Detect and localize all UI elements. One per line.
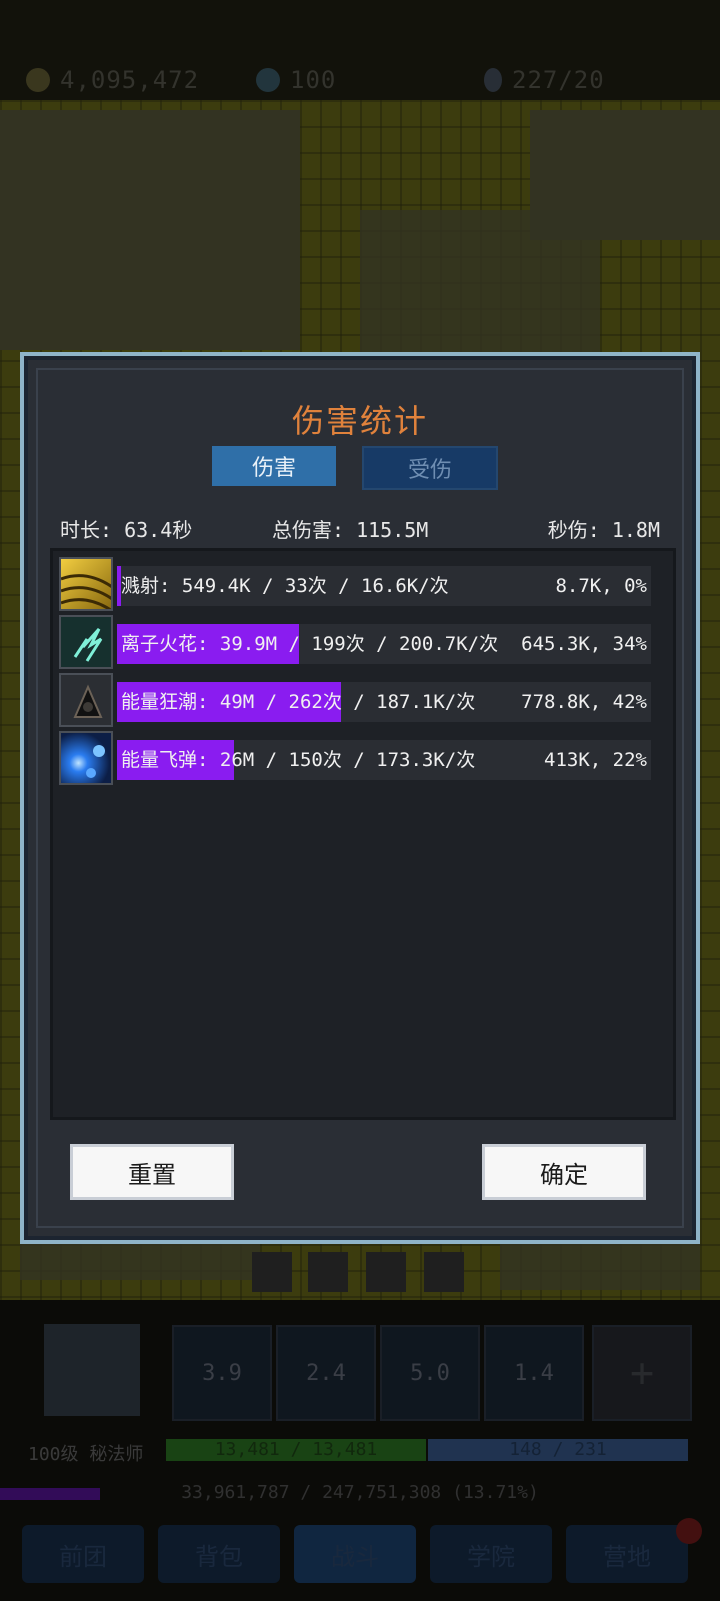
ion-spark-skill-icon [59,615,113,669]
dialog-title: 伤害统计 [291,402,428,440]
list-item: 能量飞弹: 26M / 150次 / 173.3K/次 413K, 22% [59,731,655,785]
reset-button[interactable]: 重置 [70,1144,234,1200]
list-item: 离子火花: 39.9M / 199次 / 200.7K/次 645.3K, 34… [59,615,655,669]
damage-stats-dialog: 伤害统计 伤害 受伤 时长: 63.4秒 总伤害: 115.5M 秒伤: 1.8… [20,352,700,1244]
row-detail: 能量飞弹: 26M / 150次 / 173.3K/次 [121,749,476,771]
row-summary: 8.7K, 0% [555,575,647,597]
total-damage-stat: 总伤害: 115.5M [272,518,429,542]
row-summary: 413K, 22% [544,749,647,771]
list-item: 能量狂潮: 49M / 262次 / 187.1K/次 778.8K, 42% [59,673,655,727]
row-detail: 能量狂潮: 49M / 262次 / 187.1K/次 [121,691,476,713]
list-item: 溅射: 549.4K / 33次 / 16.6K/次 8.7K, 0% [59,557,655,611]
row-summary: 645.3K, 34% [521,633,647,655]
row-summary: 778.8K, 42% [521,691,647,713]
buff-icon [252,1252,292,1292]
confirm-button[interactable]: 确定 [482,1144,646,1200]
tab-damage-taken[interactable]: 受伤 [362,446,498,490]
row-detail: 溅射: 549.4K / 33次 / 16.6K/次 [121,575,449,597]
tab-damage[interactable]: 伤害 [212,446,336,486]
duration-stat: 时长: 63.4秒 [60,518,193,542]
buff-icon [308,1252,348,1292]
row-detail: 离子火花: 39.9M / 199次 / 200.7K/次 [121,633,499,655]
damage-list[interactable]: 溅射: 549.4K / 33次 / 16.6K/次 8.7K, 0% 离子火花… [50,548,676,1120]
splash-skill-icon [59,557,113,611]
buff-icon [424,1252,464,1292]
buff-icon [366,1252,406,1292]
energy-surge-skill-icon [59,673,113,727]
dps-stat: 秒伤: 1.8M [547,518,660,542]
energy-missile-skill-icon [59,731,113,785]
